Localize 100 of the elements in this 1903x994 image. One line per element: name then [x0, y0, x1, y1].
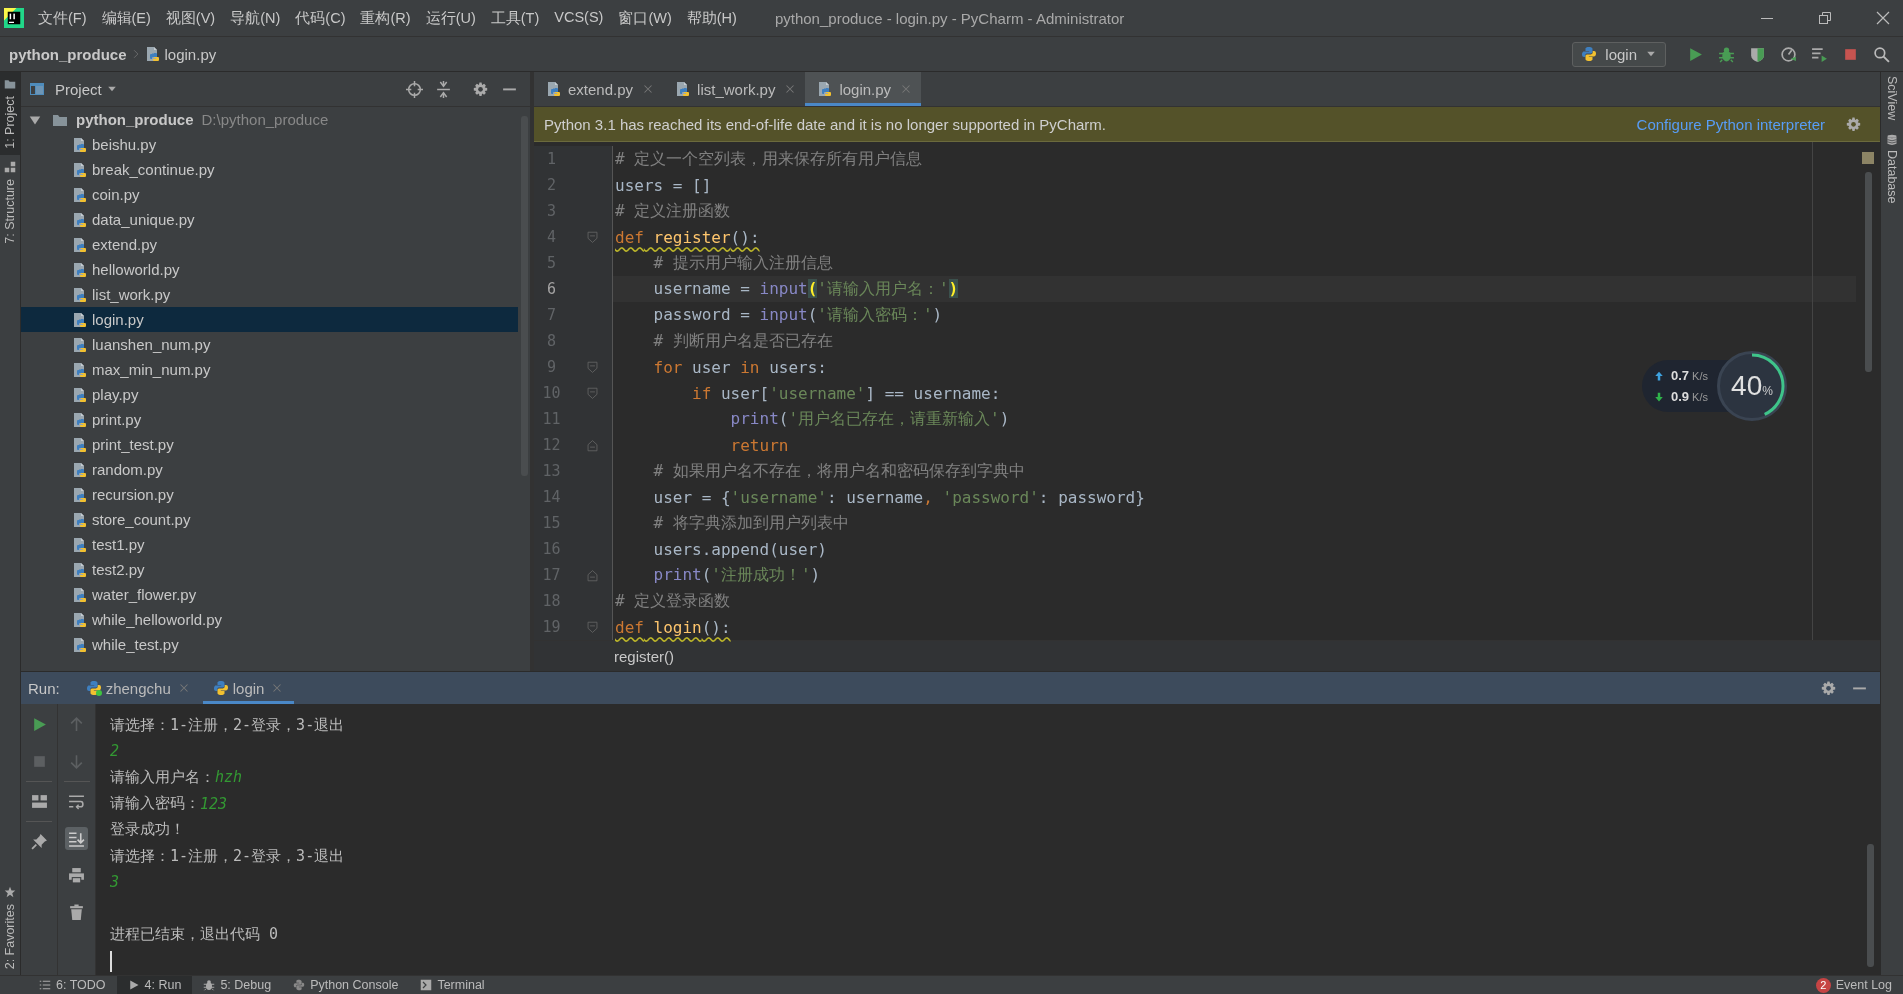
python-file-icon — [72, 136, 88, 153]
python-icon — [293, 979, 306, 991]
tree-item[interactable]: helloworld.py — [21, 257, 518, 282]
tool-window-tab[interactable]: 6: TODO — [28, 976, 117, 994]
tree-item[interactable]: recursion.py — [21, 482, 518, 507]
line-number: 6 — [546, 280, 557, 298]
fold-marker-icon[interactable] — [586, 620, 599, 634]
editor-tab[interactable]: list_work.py — [663, 72, 806, 106]
shield-icon[interactable] — [1749, 45, 1766, 63]
restore-icon[interactable] — [1817, 10, 1833, 26]
tool-window-tab[interactable]: 1: Project — [0, 72, 20, 155]
tree-item[interactable]: test2.py — [21, 557, 518, 582]
tree-item[interactable]: login.py — [21, 307, 518, 332]
menu-item[interactable]: 帮助(H) — [686, 8, 737, 28]
python-file-icon — [72, 311, 88, 328]
scrollbar-thumb[interactable] — [1867, 844, 1874, 967]
menu-item[interactable]: 编辑(E) — [101, 8, 151, 28]
python-file-icon — [72, 386, 88, 403]
tool-window-tab[interactable]: Python Console — [282, 976, 410, 994]
code-line: password = input('请输入密码：') — [652, 304, 943, 326]
tree-item[interactable]: test1.py — [21, 532, 518, 557]
breadcrumb-item[interactable]: register() — [614, 647, 674, 665]
search-icon[interactable] — [1873, 45, 1890, 63]
tree-item[interactable]: max_min_num.py — [21, 357, 518, 382]
menu-item[interactable]: 视图(V) — [165, 8, 216, 28]
tool-window-tab[interactable]: Terminal — [409, 976, 496, 994]
python-file-icon — [72, 586, 88, 603]
crosshair-icon[interactable] — [406, 80, 423, 98]
console-line: 进程已结束，退出代码 0 — [110, 924, 280, 946]
scrollbar-thumb[interactable] — [1864, 172, 1872, 372]
run-tab[interactable]: zhengchu — [75, 672, 201, 704]
tree-item[interactable]: extend.py — [21, 232, 518, 257]
python-file-icon — [72, 161, 88, 178]
code-line: def login(): — [615, 617, 731, 637]
gauge-icon[interactable] — [1780, 45, 1797, 63]
folder-path: D:\python_produce — [201, 111, 329, 128]
fold-marker-icon[interactable] — [586, 230, 599, 244]
banner-message: Python 3.1 has reached its end-of-life date and it is no longer supported in PyCharm. — [544, 115, 1106, 133]
tree-item[interactable]: python_produce — [76, 111, 194, 128]
tree-item[interactable]: store_count.py — [21, 507, 518, 532]
python-file-icon — [546, 81, 562, 97]
panel-title-dropdown[interactable]: Project — [55, 80, 102, 98]
fold-marker-icon[interactable] — [586, 386, 599, 400]
tree-item[interactable]: while_helloworld.py — [21, 607, 518, 632]
tool-window-tab[interactable]: 7: Structure — [0, 154, 20, 250]
menu-item[interactable]: VCS(S) — [554, 8, 604, 28]
scroll-to-end-icon[interactable] — [65, 827, 88, 850]
tree-item[interactable]: coin.py — [21, 182, 518, 207]
tool-window-tab[interactable]: Database — [1881, 130, 1903, 214]
python-file-icon — [72, 436, 88, 453]
menu-item[interactable]: 代码(C) — [295, 8, 346, 28]
run-icon[interactable] — [1687, 45, 1704, 63]
menu-item[interactable]: 重构(R) — [360, 8, 411, 28]
menu-item[interactable]: 运行(U) — [425, 8, 476, 28]
tree-item[interactable]: list_work.py — [21, 282, 518, 307]
breadcrumb-item[interactable]: login.py — [164, 45, 217, 63]
console-line: 请选择：1-注册，2-登录，3-退出 — [110, 845, 346, 867]
settings-icon[interactable] — [1845, 115, 1862, 133]
concurrency-icon[interactable] — [1811, 45, 1828, 63]
tree-item[interactable]: print_test.py — [21, 432, 518, 457]
download-arrow-icon — [1654, 391, 1664, 402]
tree-item[interactable]: data_unique.py — [21, 207, 518, 232]
menu-item[interactable]: 导航(N) — [230, 8, 281, 28]
tree-item[interactable]: play.py — [21, 382, 518, 407]
event-log-tab[interactable]: 2 Event Log — [1804, 976, 1903, 994]
debug-icon[interactable] — [1718, 45, 1735, 63]
collapse-icon[interactable] — [435, 80, 452, 98]
settings-icon[interactable] — [1820, 679, 1837, 697]
star-icon — [4, 885, 16, 898]
tree-item[interactable]: while_test.py — [21, 632, 518, 657]
close-icon[interactable] — [1875, 10, 1891, 26]
breadcrumb-item[interactable]: python_produce — [9, 45, 127, 63]
cpu-value: 40 — [1731, 370, 1763, 402]
panel-icon — [29, 81, 45, 97]
run-config-dropdown[interactable]: login — [1572, 41, 1666, 67]
menu-item[interactable]: 窗口(W) — [618, 8, 672, 28]
code-line: # 判断用户名是否已存在 — [652, 330, 833, 352]
tree-item[interactable]: beishu.py — [21, 132, 518, 157]
tool-window-tab[interactable]: 4: Run — [116, 976, 193, 994]
settings-icon[interactable] — [472, 80, 489, 98]
editor-tab[interactable]: extend.py — [534, 72, 664, 106]
tree-item[interactable]: random.py — [21, 457, 518, 482]
tool-window-tab[interactable]: SciView — [1881, 72, 1903, 131]
tree-item[interactable]: water_flower.py — [21, 582, 518, 607]
tree-item[interactable]: luanshen_num.py — [21, 332, 518, 357]
menu-item[interactable]: 文件(F) — [38, 8, 87, 28]
fold-marker-icon[interactable] — [586, 568, 599, 582]
fold-marker-icon[interactable] — [586, 438, 599, 452]
console-line: 请输入密码：123 — [110, 793, 229, 815]
tool-window-tab[interactable]: 2: Favorites — [0, 879, 20, 975]
tool-window-tab[interactable]: 5: Debug — [192, 976, 283, 994]
tree-item[interactable]: print.py — [21, 407, 518, 432]
editor-tab[interactable]: login.py — [805, 72, 922, 106]
run-tab[interactable]: login — [202, 672, 295, 704]
text-cursor — [110, 950, 112, 972]
tree-item[interactable]: break_continue.py — [21, 157, 518, 182]
menu-item[interactable]: 工具(T) — [490, 8, 540, 28]
fold-marker-icon[interactable] — [586, 360, 599, 374]
rate-unit: K/s — [1692, 391, 1708, 403]
python-file-icon — [72, 536, 88, 553]
